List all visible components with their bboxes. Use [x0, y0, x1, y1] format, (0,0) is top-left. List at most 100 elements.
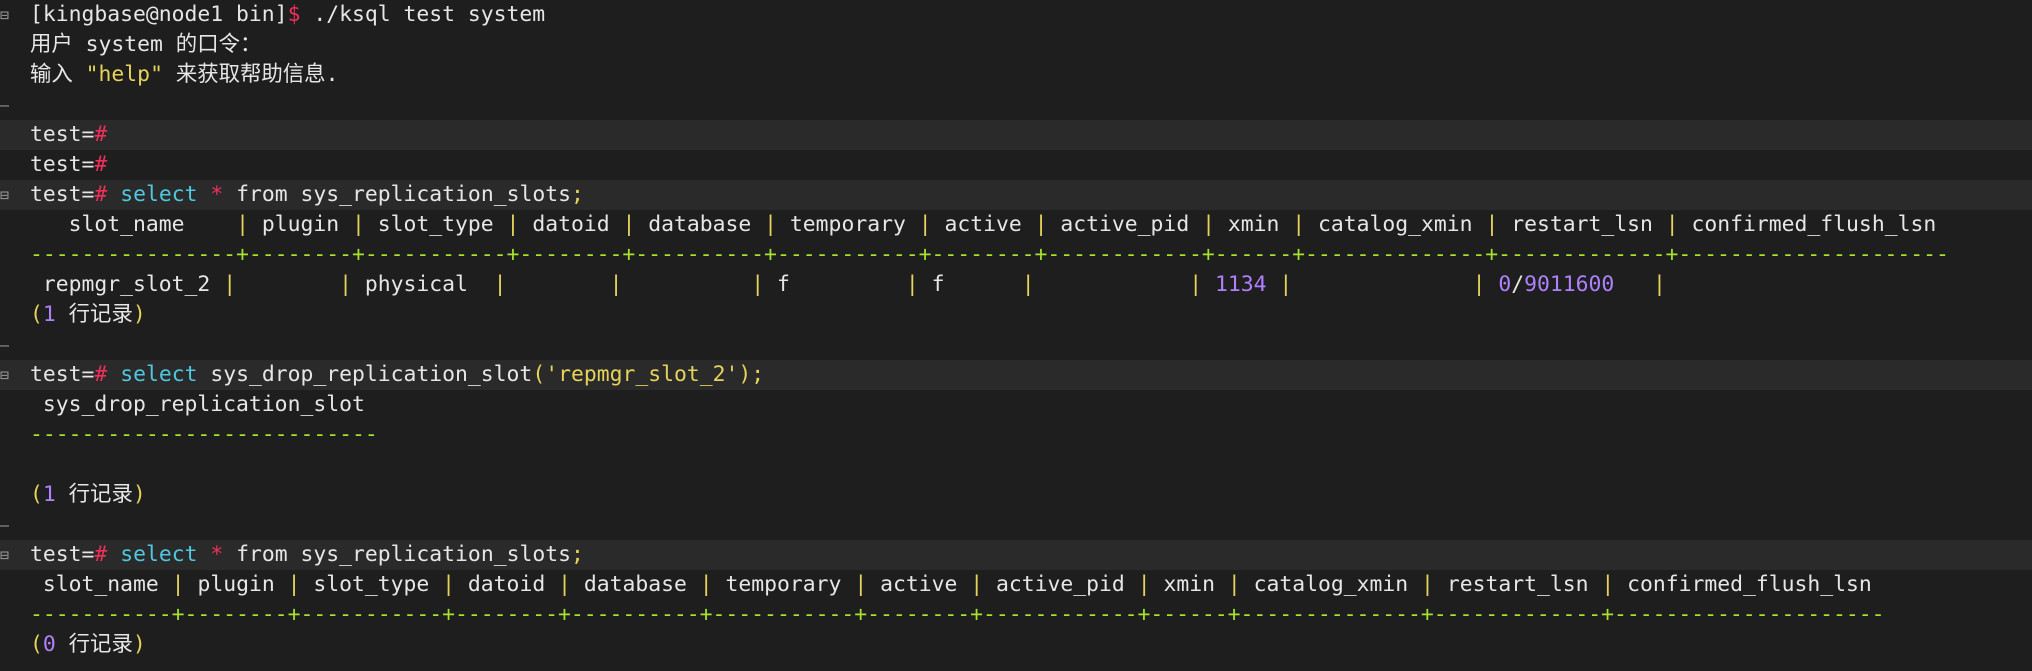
terminal-text: 行记录 [55, 632, 133, 657]
terminal-line: – [0, 330, 2032, 360]
terminal-text: * [210, 182, 224, 207]
terminal-text: test= [30, 182, 95, 207]
terminal-line: ⊟ [kingbase@node1 bin]$ ./ksql test syste… [0, 0, 2032, 30]
terminal-text: | [442, 572, 456, 597]
terminal-text: f [918, 272, 1022, 297]
terminal-text: ./ksql test system [300, 2, 546, 27]
terminal-text: | [1665, 212, 1679, 237]
terminal-text: ; [570, 542, 584, 567]
terminal-line: 输入 "help" 来获取帮助信息. [0, 60, 2032, 90]
terminal-text: slot_type [300, 572, 443, 597]
fold-collapse-icon[interactable]: ⊟ [0, 180, 14, 210]
terminal-text: test= [30, 122, 95, 147]
terminal-text: physical [352, 272, 494, 297]
terminal-text: 1134 [1214, 272, 1267, 297]
terminal-text: ( [30, 482, 43, 507]
terminal-text: sys_drop_replication_slot [30, 392, 365, 417]
terminal-text: slot_type [364, 212, 507, 237]
terminal-text: ) [132, 302, 146, 327]
terminal-text: | [506, 212, 520, 237]
terminal-text: ( [30, 632, 43, 657]
terminal-text: confirmed_flush_lsn [1678, 212, 1937, 237]
terminal-text: datoid [519, 212, 623, 237]
terminal-text: catalog_xmin [1240, 572, 1422, 597]
terminal-line: ----------------+--------+-----------+--… [0, 240, 2032, 270]
fold-collapse-icon[interactable]: ⊟ [0, 0, 14, 30]
terminal-line: (1 行记录) [0, 300, 2032, 330]
terminal-text: | [1227, 572, 1241, 597]
terminal-window[interactable]: ⊟ [kingbase@node1 bin]$ ./ksql test syste… [0, 0, 2032, 671]
terminal-text: 来获取帮助信息. [162, 62, 339, 87]
terminal-text: restart_lsn [1433, 572, 1602, 597]
terminal-text: | [1601, 572, 1615, 597]
terminal-text: test= [30, 152, 95, 177]
fold-collapse-icon[interactable]: ⊟ [0, 360, 14, 390]
terminal-text: slot_name [30, 212, 237, 237]
terminal-text: | [751, 272, 765, 297]
terminal-text: | [1652, 272, 1666, 297]
terminal-text: | [236, 212, 249, 237]
terminal-line: (0 行记录) [0, 630, 2032, 660]
terminal-text: 行记录 [55, 482, 133, 507]
terminal-line: 用户 system 的口令： [0, 30, 2032, 60]
terminal-text: | [558, 572, 571, 597]
terminal-line: slot_name | plugin | slot_type | datoid … [0, 570, 2032, 600]
terminal-text: | [970, 572, 984, 597]
terminal-text: * [210, 542, 224, 567]
terminal-text: repmgr_slot_2 [30, 272, 224, 297]
terminal-text: | [622, 212, 636, 237]
terminal-line: slot_name | plugin | slot_type | datoid … [0, 210, 2032, 240]
terminal-text: # [94, 122, 108, 147]
terminal-text: | [493, 272, 507, 297]
fold-marker-icon: – [0, 336, 10, 354]
terminal-text: xmin [1150, 572, 1228, 597]
terminal-text: # [94, 182, 108, 207]
terminal-text: ( [30, 302, 43, 327]
terminal-text: | [1279, 272, 1293, 297]
terminal-text: | [1137, 572, 1151, 597]
terminal-text: $ [287, 2, 301, 27]
terminal-text: database [635, 212, 765, 237]
terminal-text: temporary [712, 572, 855, 597]
terminal-text: 1 [42, 302, 56, 327]
terminal-line: ⊟ test=# select * from sys_replication_sl… [0, 540, 2032, 570]
terminal-text: 0 [1498, 272, 1512, 297]
terminal-line: sys_drop_replication_slot [0, 390, 2032, 420]
terminal-text: 0 [42, 632, 56, 657]
terminal-text: database [570, 572, 700, 597]
terminal-text: confirmed_flush_lsn [1614, 572, 1872, 597]
terminal-text: plugin [184, 572, 288, 597]
terminal-text: | [1292, 212, 1306, 237]
terminal-text: 1 [42, 482, 56, 507]
terminal-text: ( [532, 362, 546, 387]
terminal-text: test= [30, 362, 95, 387]
terminal-text: f [764, 272, 906, 297]
terminal-text: ----------------+--------+-----------+--… [30, 242, 1949, 267]
terminal-text: sys_drop_replication_slot [197, 362, 533, 387]
terminal-line: -----------+--------+-----------+-------… [0, 600, 2032, 630]
fold-collapse-icon[interactable]: ⊟ [0, 540, 14, 570]
terminal-text: | [1202, 212, 1215, 237]
terminal-text: 输入 [30, 62, 86, 87]
terminal-text: | [1485, 212, 1499, 237]
fold-marker-icon: – [0, 96, 10, 114]
terminal-text: [kingbase@node1 bin] [30, 2, 288, 27]
terminal-line: – [0, 90, 2032, 120]
terminal-text: ); [738, 362, 765, 387]
terminal-text: from sys_replication_slots [223, 182, 571, 207]
terminal-text: -----------+--------+-----------+-------… [30, 602, 1885, 627]
terminal-text: | [918, 212, 932, 237]
terminal-text: | [339, 272, 352, 297]
terminal-line: ⊟ test=# select * from sys_replication_sl… [0, 180, 2032, 210]
terminal-text: test= [30, 542, 95, 567]
